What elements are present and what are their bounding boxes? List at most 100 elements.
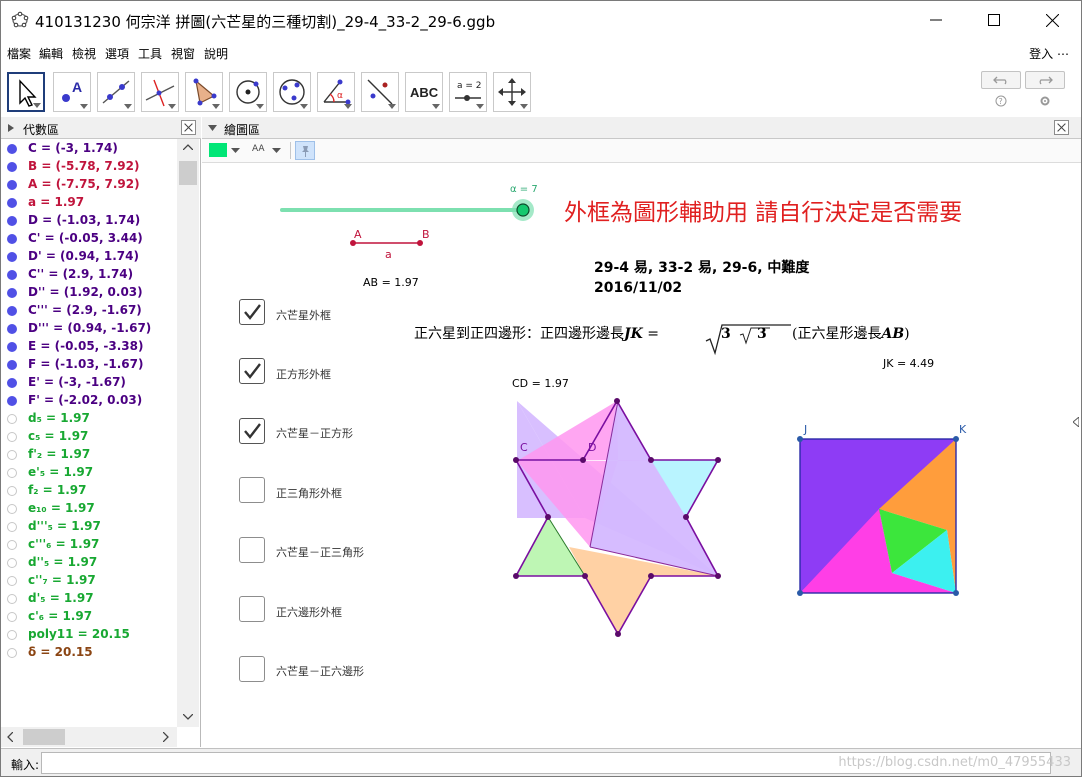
checkbox-hexagram-triangle[interactable] bbox=[239, 537, 265, 563]
hidden-visibility-dot-icon[interactable] bbox=[7, 486, 17, 496]
scroll-down-icon[interactable] bbox=[183, 714, 193, 720]
polygon-tool-button[interactable] bbox=[185, 72, 223, 112]
hidden-visibility-dot-icon[interactable] bbox=[7, 630, 17, 640]
algebra-object-row[interactable]: f'₂ = 1.97 bbox=[1, 446, 177, 464]
hidden-visibility-dot-icon[interactable] bbox=[7, 594, 17, 604]
line-tool-button[interactable] bbox=[97, 72, 135, 112]
scroll-up-icon[interactable] bbox=[183, 144, 193, 150]
visibility-dot-icon[interactable] bbox=[7, 270, 17, 280]
hidden-visibility-dot-icon[interactable] bbox=[7, 612, 17, 622]
hidden-visibility-dot-icon[interactable] bbox=[7, 468, 17, 478]
checkbox-triangle-frame[interactable] bbox=[239, 477, 265, 503]
menu-tools[interactable]: 工具 bbox=[138, 45, 162, 62]
checkbox-square-frame[interactable] bbox=[239, 358, 265, 384]
minimize-button[interactable] bbox=[913, 1, 959, 39]
checkbox-hexagram-frame[interactable] bbox=[239, 299, 265, 325]
collapse-triangle-icon[interactable] bbox=[208, 125, 217, 131]
algebra-object-row[interactable]: d''₅ = 1.97 bbox=[1, 554, 177, 572]
angle-tool-button[interactable]: α bbox=[317, 72, 355, 112]
visibility-dot-icon[interactable] bbox=[7, 198, 17, 208]
algebra-object-row[interactable]: D'' = (1.92, 0.03) bbox=[1, 284, 177, 302]
chevron-down-icon[interactable] bbox=[231, 148, 240, 153]
redo-button[interactable] bbox=[1025, 71, 1065, 89]
menu-window[interactable]: 視窗 bbox=[171, 45, 195, 62]
hidden-visibility-dot-icon[interactable] bbox=[7, 558, 17, 568]
text-size-icon[interactable]: AA bbox=[252, 144, 265, 154]
visibility-dot-icon[interactable] bbox=[7, 288, 17, 298]
visibility-dot-icon[interactable] bbox=[7, 234, 17, 244]
close-algebra-view-button[interactable] bbox=[181, 120, 196, 135]
point-j[interactable] bbox=[797, 436, 803, 442]
circle-tool-button[interactable] bbox=[229, 72, 267, 112]
checkbox-hexagram-hexagon[interactable] bbox=[239, 656, 265, 682]
algebra-object-row[interactable]: B = (-5.78, 7.92) bbox=[1, 158, 177, 176]
algebra-object-row[interactable]: c₅ = 1.97 bbox=[1, 428, 177, 446]
algebra-object-row[interactable]: e'₅ = 1.97 bbox=[1, 464, 177, 482]
hidden-visibility-dot-icon[interactable] bbox=[7, 540, 17, 550]
algebra-object-row[interactable]: poly11 = 20.15 bbox=[1, 626, 177, 644]
checkbox-hexagon-frame[interactable] bbox=[239, 596, 265, 622]
pin-button[interactable] bbox=[295, 141, 315, 160]
scroll-left-icon[interactable] bbox=[7, 732, 13, 742]
visibility-dot-icon[interactable] bbox=[7, 396, 17, 406]
square-corner-point[interactable] bbox=[953, 590, 959, 596]
algebra-object-row[interactable]: A = (-7.75, 7.92) bbox=[1, 176, 177, 194]
algebra-object-row[interactable]: a = 1.97 bbox=[1, 194, 177, 212]
algebra-object-row[interactable]: E = (-0.05, -3.38) bbox=[1, 338, 177, 356]
visibility-dot-icon[interactable] bbox=[7, 252, 17, 262]
menu-help[interactable]: 說明 bbox=[204, 45, 228, 62]
text-tool-button[interactable]: ABC bbox=[405, 72, 443, 112]
algebra-object-row[interactable]: F = (-1.03, -1.67) bbox=[1, 356, 177, 374]
algebra-object-row[interactable]: d'''₅ = 1.97 bbox=[1, 518, 177, 536]
hidden-visibility-dot-icon[interactable] bbox=[7, 414, 17, 424]
algebra-object-row[interactable]: C'' = (2.9, 1.74) bbox=[1, 266, 177, 284]
algebra-object-row[interactable]: δ = 20.15 bbox=[1, 644, 177, 662]
visibility-dot-icon[interactable] bbox=[7, 324, 17, 334]
visibility-dot-icon[interactable] bbox=[7, 144, 17, 154]
undo-button[interactable] bbox=[981, 71, 1021, 89]
algebra-object-row[interactable]: D = (-1.03, 1.74) bbox=[1, 212, 177, 230]
hidden-visibility-dot-icon[interactable] bbox=[7, 450, 17, 460]
hidden-visibility-dot-icon[interactable] bbox=[7, 648, 17, 658]
slider-tool-button[interactable]: a = 2 bbox=[449, 72, 487, 112]
help-icon[interactable]: ? bbox=[995, 95, 1007, 107]
visibility-dot-icon[interactable] bbox=[7, 360, 17, 370]
checkbox-hexagram-square[interactable] bbox=[239, 418, 265, 444]
algebra-object-row[interactable]: E' = (-3, -1.67) bbox=[1, 374, 177, 392]
algebra-object-row[interactable]: D' = (0.94, 1.74) bbox=[1, 248, 177, 266]
visibility-dot-icon[interactable] bbox=[7, 216, 17, 226]
algebra-object-row[interactable]: c'₆ = 1.97 bbox=[1, 608, 177, 626]
square-corner-point[interactable] bbox=[797, 590, 803, 596]
scroll-thumb[interactable] bbox=[179, 161, 197, 185]
algebra-object-row[interactable]: e₁₀ = 1.97 bbox=[1, 500, 177, 518]
horizontal-scroll-thumb[interactable] bbox=[23, 729, 65, 745]
point-k[interactable] bbox=[953, 436, 959, 442]
menu-file[interactable]: 檔案 bbox=[7, 45, 31, 62]
hidden-visibility-dot-icon[interactable] bbox=[7, 576, 17, 586]
algebra-object-row[interactable]: c'''₆ = 1.97 bbox=[1, 536, 177, 554]
graphics-canvas[interactable]: α = 7 外框為圖形輔助用 請自行決定是否需要 A B a AB = 1.97… bbox=[202, 163, 1072, 747]
maximize-button[interactable] bbox=[971, 1, 1017, 39]
point-tool-button[interactable]: A bbox=[53, 72, 91, 112]
visibility-dot-icon[interactable] bbox=[7, 342, 17, 352]
hidden-visibility-dot-icon[interactable] bbox=[7, 432, 17, 442]
perpendicular-tool-button[interactable] bbox=[141, 72, 179, 112]
close-window-button[interactable] bbox=[1029, 1, 1075, 39]
algebra-object-row[interactable]: C = (-3, 1.74) bbox=[1, 140, 177, 158]
move-graphics-tool-button[interactable] bbox=[493, 72, 531, 112]
chevron-down-icon[interactable] bbox=[272, 148, 281, 153]
login-link[interactable]: 登入 ⋯ bbox=[1029, 45, 1069, 62]
hidden-visibility-dot-icon[interactable] bbox=[7, 522, 17, 532]
menu-options[interactable]: 選項 bbox=[105, 45, 129, 62]
hidden-visibility-dot-icon[interactable] bbox=[7, 504, 17, 514]
close-graphics-view-button[interactable] bbox=[1054, 120, 1069, 135]
circle-three-points-tool-button[interactable] bbox=[273, 72, 311, 112]
visibility-dot-icon[interactable] bbox=[7, 162, 17, 172]
algebra-object-row[interactable]: F' = (-2.02, 0.03) bbox=[1, 392, 177, 410]
move-tool-button[interactable] bbox=[7, 72, 45, 112]
visibility-dot-icon[interactable] bbox=[7, 378, 17, 388]
menu-view[interactable]: 檢視 bbox=[72, 45, 96, 62]
algebra-object-row[interactable]: c''₇ = 1.97 bbox=[1, 572, 177, 590]
slider-knob[interactable] bbox=[516, 203, 530, 217]
expand-side-panel-icon[interactable] bbox=[1073, 417, 1079, 427]
